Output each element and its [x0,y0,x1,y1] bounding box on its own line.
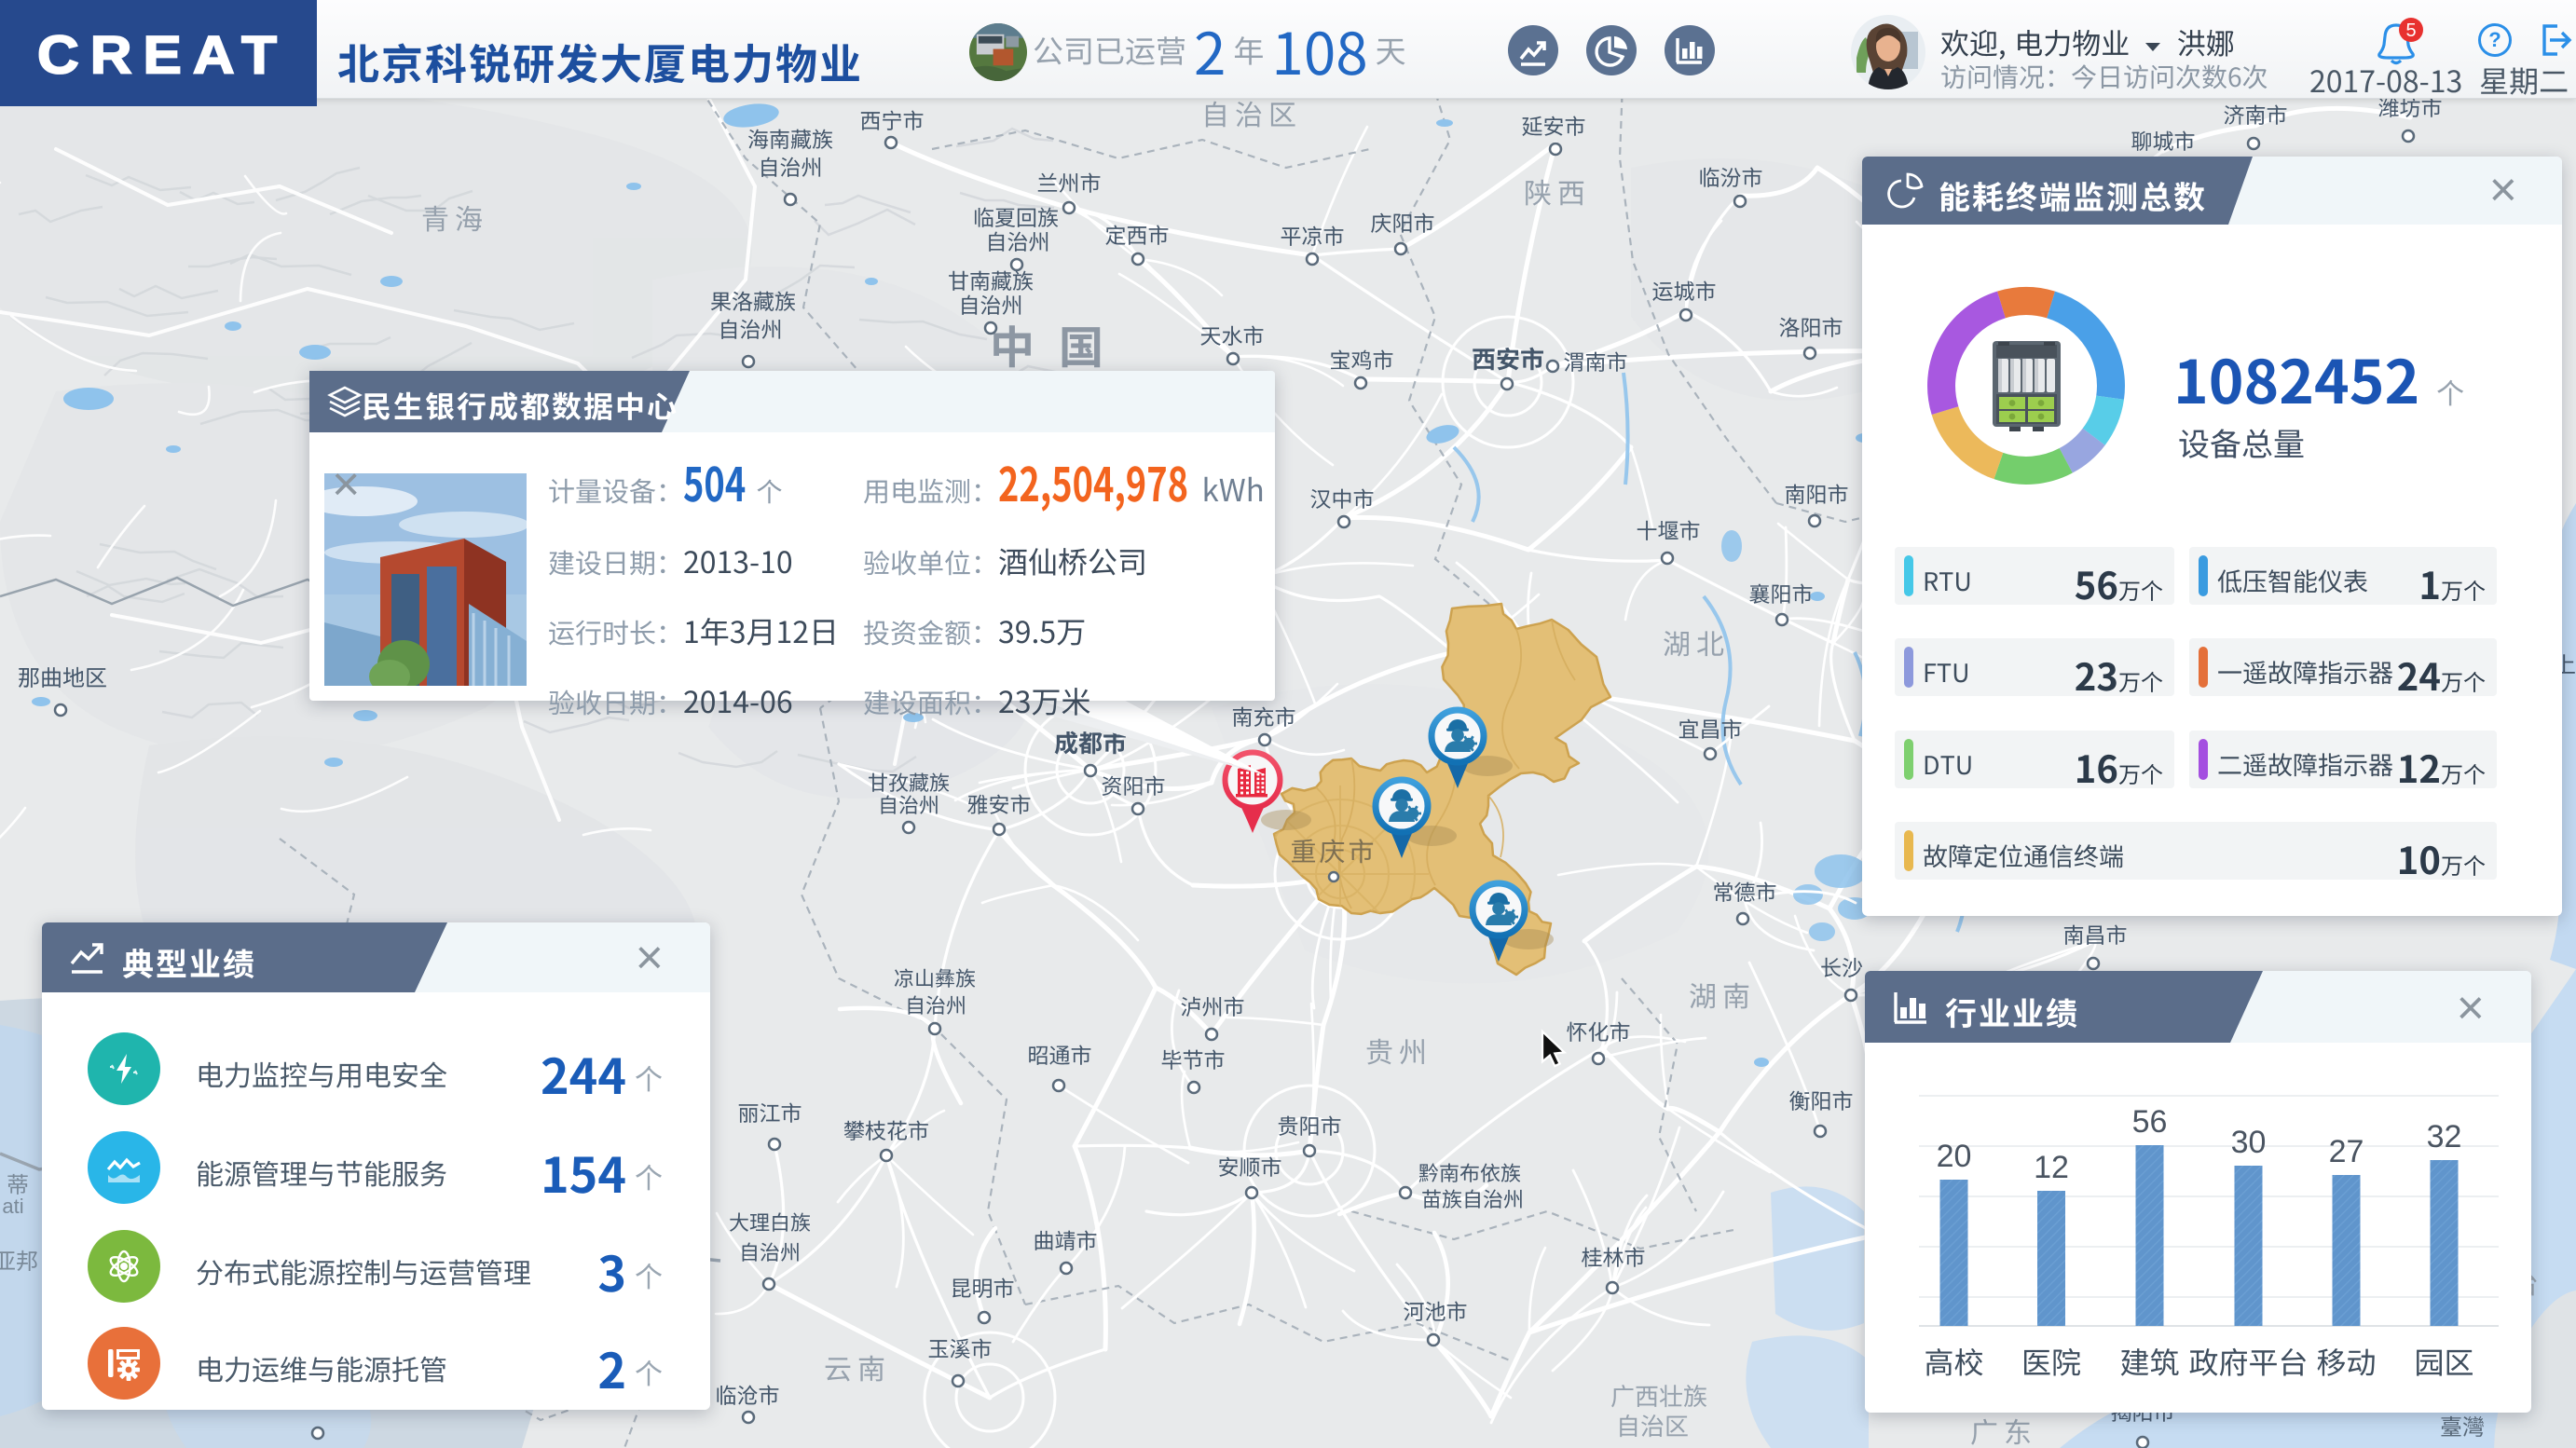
svg-text:移动: 移动 [2316,1340,2376,1383]
svg-text:?: ? [2488,28,2501,51]
svg-text:园区: 园区 [2414,1340,2473,1383]
svg-text:政府平台: 政府平台 [2188,1340,2308,1383]
svg-text:56: 56 [2132,1104,2168,1140]
svg-text:27: 27 [2329,1134,2364,1169]
svg-text:医院: 医院 [2021,1340,2081,1383]
svg-text:建筑: 建筑 [2119,1340,2179,1383]
svg-text:高校: 高校 [1924,1340,1983,1383]
svg-text:20: 20 [1937,1139,1972,1174]
svg-text:5: 5 [2405,20,2416,41]
svg-text:12: 12 [2034,1150,2069,1185]
svg-text:32: 32 [2427,1119,2462,1154]
svg-text:30: 30 [2231,1125,2267,1160]
